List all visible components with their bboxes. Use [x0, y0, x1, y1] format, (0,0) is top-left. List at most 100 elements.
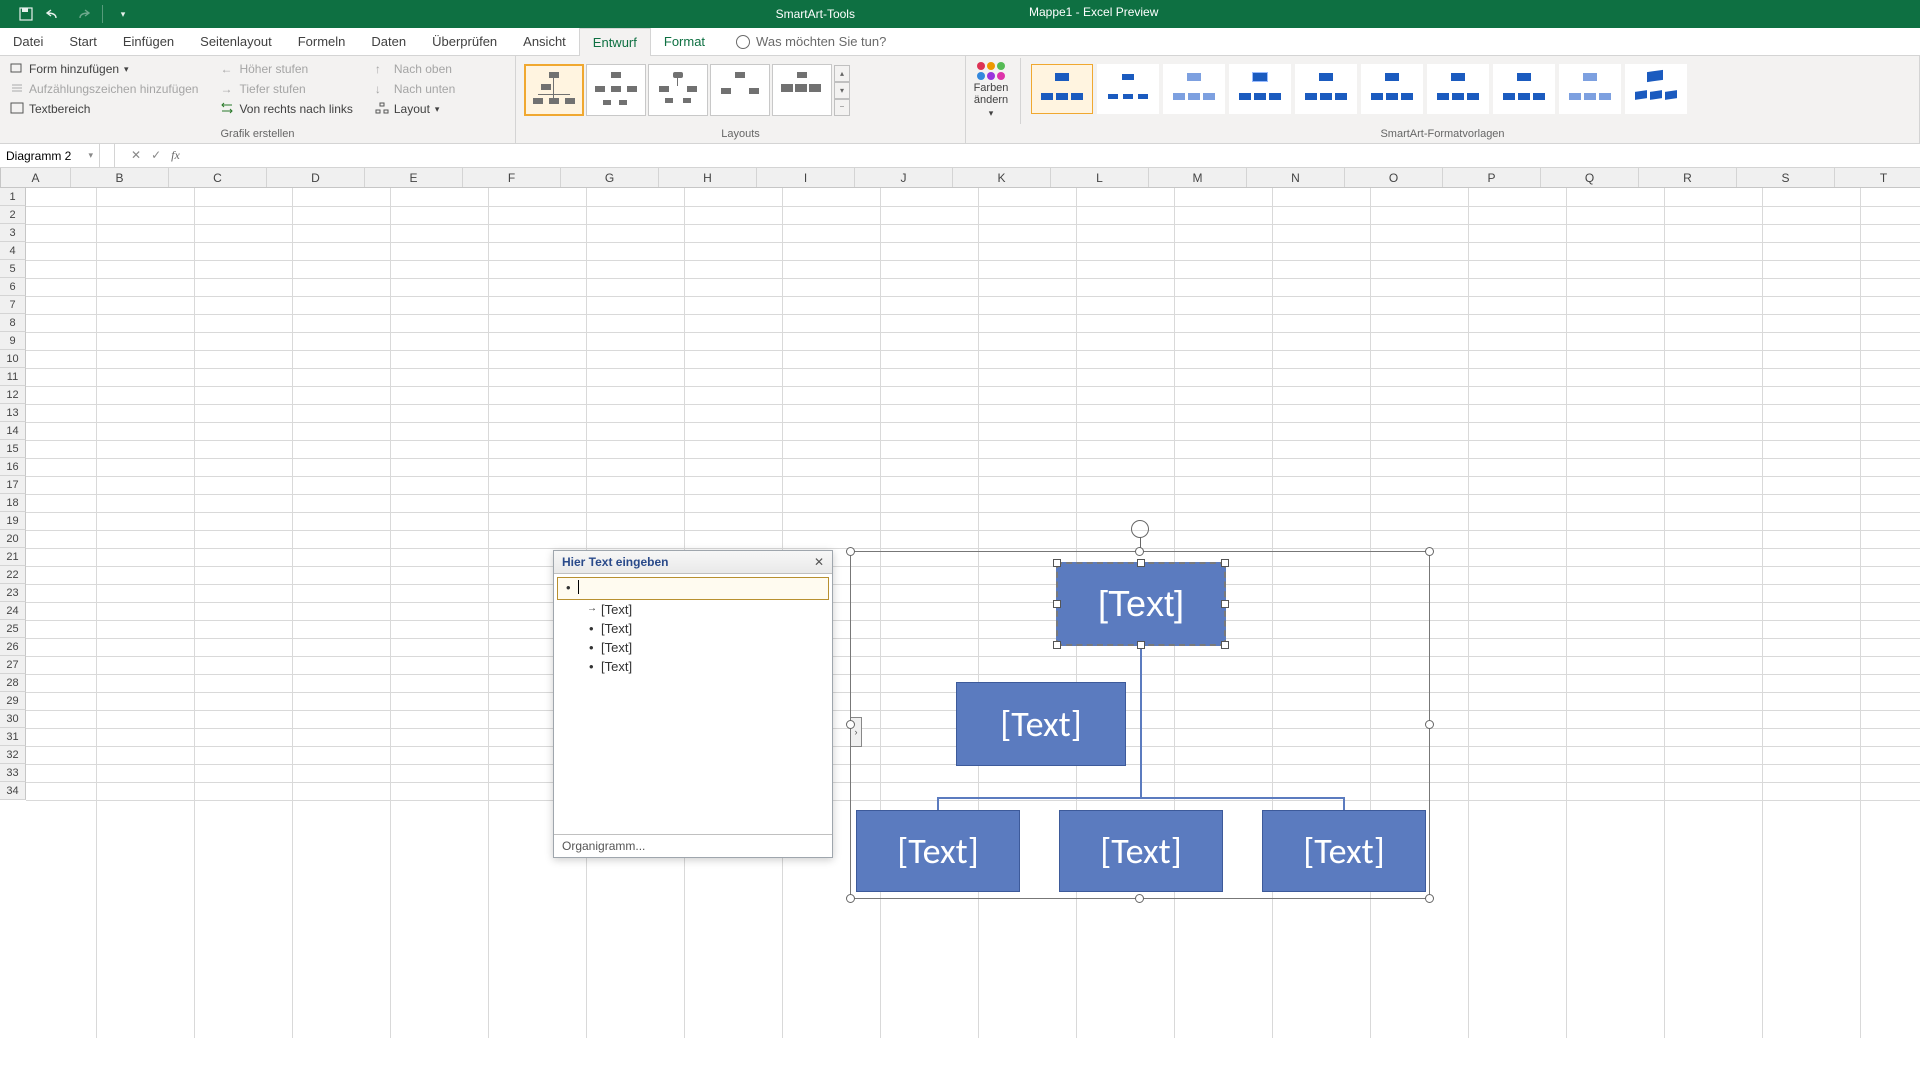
style-option-7[interactable]	[1427, 64, 1489, 114]
row-header[interactable]: 7	[0, 296, 26, 314]
row-header[interactable]: 1	[0, 188, 26, 206]
row-header[interactable]: 20	[0, 530, 26, 548]
layout-button[interactable]: Layout ▾	[371, 100, 459, 118]
rtl-button[interactable]: Von rechts nach links	[216, 100, 356, 118]
row-header[interactable]: 34	[0, 782, 26, 800]
layout-option-1[interactable]	[524, 64, 584, 116]
column-header[interactable]: S	[1737, 168, 1835, 187]
tab-format[interactable]: Format	[651, 28, 718, 55]
row-header[interactable]: 14	[0, 422, 26, 440]
column-header[interactable]: O	[1345, 168, 1443, 187]
row-header[interactable]: 24	[0, 602, 26, 620]
enter-icon[interactable]: ✓	[151, 148, 161, 163]
row-header[interactable]: 6	[0, 278, 26, 296]
column-header[interactable]: G	[561, 168, 659, 187]
resize-handle[interactable]	[1425, 720, 1434, 729]
change-colors-button[interactable]: Farben ändern▾	[968, 58, 1014, 119]
resize-handle[interactable]	[1135, 894, 1144, 903]
add-shape-button[interactable]: Form hinzufügen ▾	[6, 60, 202, 78]
smartart-frame[interactable]: [Text] [Text] [Text] [Text] [Text]	[850, 551, 1430, 899]
style-option-9[interactable]	[1559, 64, 1621, 114]
row-header[interactable]: 5	[0, 260, 26, 278]
column-header[interactable]: F	[463, 168, 561, 187]
tab-formeln[interactable]: Formeln	[285, 28, 359, 55]
style-option-5[interactable]	[1295, 64, 1357, 114]
smartart-node[interactable]: [Text]	[1059, 810, 1223, 892]
tab-ansicht[interactable]: Ansicht	[510, 28, 579, 55]
layout-option-5[interactable]	[772, 64, 832, 116]
row-header[interactable]: 11	[0, 368, 26, 386]
row-header[interactable]: 12	[0, 386, 26, 404]
text-pane-item[interactable]: [Text]	[557, 600, 829, 619]
save-icon[interactable]	[18, 6, 34, 22]
row-header[interactable]: 15	[0, 440, 26, 458]
row-header[interactable]: 22	[0, 566, 26, 584]
qat-customize-icon[interactable]: ▾	[115, 6, 131, 22]
close-icon[interactable]: ✕	[814, 555, 824, 569]
row-header[interactable]: 10	[0, 350, 26, 368]
smartart-node[interactable]: [Text]	[956, 682, 1126, 766]
row-header[interactable]: 16	[0, 458, 26, 476]
row-header[interactable]: 28	[0, 674, 26, 692]
smartart-node[interactable]: [Text]	[1262, 810, 1426, 892]
row-header[interactable]: 2	[0, 206, 26, 224]
smartart-node-selected[interactable]: [Text]	[1056, 562, 1226, 646]
row-header[interactable]: 17	[0, 476, 26, 494]
name-box[interactable]: Diagramm 2▾	[0, 144, 100, 167]
row-header[interactable]: 3	[0, 224, 26, 242]
style-option-4[interactable]	[1229, 64, 1291, 114]
text-pane-item[interactable]: [Text]	[557, 619, 829, 638]
style-option-10[interactable]	[1625, 64, 1687, 114]
column-header[interactable]: P	[1443, 168, 1541, 187]
column-header[interactable]: L	[1051, 168, 1149, 187]
resize-handle[interactable]	[1135, 547, 1144, 556]
column-header[interactable]: C	[169, 168, 267, 187]
row-header[interactable]: 26	[0, 638, 26, 656]
tab-datei[interactable]: Datei	[0, 28, 56, 55]
tab-start[interactable]: Start	[56, 28, 109, 55]
row-header[interactable]: 27	[0, 656, 26, 674]
row-header[interactable]: 19	[0, 512, 26, 530]
column-header[interactable]: B	[71, 168, 169, 187]
smartart-node[interactable]: [Text]	[856, 810, 1020, 892]
style-option-8[interactable]	[1493, 64, 1555, 114]
resize-handle[interactable]	[1425, 547, 1434, 556]
row-header[interactable]: 18	[0, 494, 26, 512]
layout-option-3[interactable]	[648, 64, 708, 116]
smartart-text-pane[interactable]: Hier Text eingeben ✕ [Text] [Text] [Text…	[553, 550, 833, 858]
tab-seitenlayout[interactable]: Seitenlayout	[187, 28, 285, 55]
style-option-3[interactable]	[1163, 64, 1225, 114]
undo-icon[interactable]	[46, 6, 62, 22]
resize-handle[interactable]	[1425, 894, 1434, 903]
resize-handle[interactable]	[846, 547, 855, 556]
text-pane-toggle[interactable]: Textbereich	[6, 100, 202, 118]
style-option-6[interactable]	[1361, 64, 1423, 114]
resize-handle[interactable]	[846, 894, 855, 903]
column-header[interactable]: J	[855, 168, 953, 187]
row-header[interactable]: 32	[0, 746, 26, 764]
column-header[interactable]: T	[1835, 168, 1920, 187]
style-option-2[interactable]	[1097, 64, 1159, 114]
column-header[interactable]: I	[757, 168, 855, 187]
fx-icon[interactable]: fx	[171, 148, 180, 163]
tell-me[interactable]: Was möchten Sie tun?	[718, 28, 886, 55]
tab-entwurf[interactable]: Entwurf	[579, 28, 651, 56]
row-header[interactable]: 30	[0, 710, 26, 728]
column-header[interactable]: E	[365, 168, 463, 187]
layout-gallery-scroll[interactable]: ▴▾⎯	[834, 65, 850, 116]
row-header[interactable]: 4	[0, 242, 26, 260]
text-pane-item[interactable]: [Text]	[557, 638, 829, 657]
tab-uberprufen[interactable]: Überprüfen	[419, 28, 510, 55]
text-pane-item-editing[interactable]	[557, 577, 829, 600]
row-header[interactable]: 13	[0, 404, 26, 422]
row-header[interactable]: 23	[0, 584, 26, 602]
column-header[interactable]: N	[1247, 168, 1345, 187]
column-header[interactable]: R	[1639, 168, 1737, 187]
row-header[interactable]: 31	[0, 728, 26, 746]
row-header[interactable]: 9	[0, 332, 26, 350]
text-pane-item[interactable]: [Text]	[557, 657, 829, 676]
column-header[interactable]: A	[1, 168, 71, 187]
column-header[interactable]: K	[953, 168, 1051, 187]
style-option-1[interactable]	[1031, 64, 1093, 114]
row-header[interactable]: 8	[0, 314, 26, 332]
